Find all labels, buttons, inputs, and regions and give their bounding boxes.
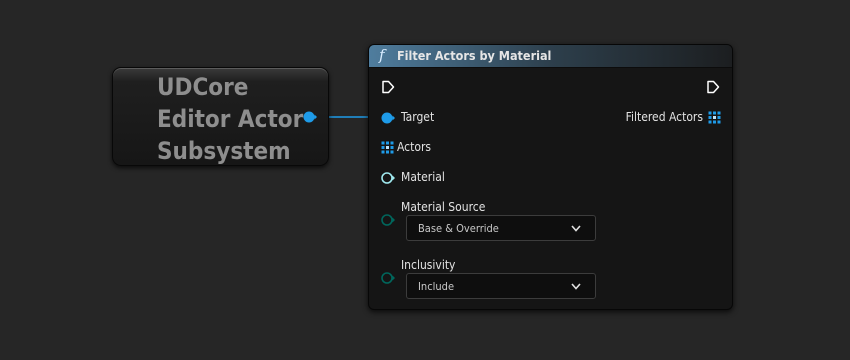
soft-object-pin-icon[interactable] bbox=[380, 171, 396, 185]
exec-in-pin-icon[interactable] bbox=[381, 80, 395, 94]
variable-title-line-2: Editor Actor bbox=[157, 105, 304, 133]
exec-out-pin-icon[interactable] bbox=[706, 80, 720, 94]
function-node-title: Filter Actors by Material bbox=[397, 48, 552, 63]
variable-title-line-1: UDCore bbox=[157, 73, 249, 101]
material-pin-label: Material bbox=[401, 170, 445, 184]
object-reference-pin-icon[interactable] bbox=[380, 111, 396, 125]
chevron-down-icon bbox=[571, 225, 581, 232]
inclusivity-dropdown[interactable]: Include bbox=[406, 273, 596, 299]
variable-node-title: UDCore Editor Actor Subsystem bbox=[157, 71, 317, 167]
filtered-actors-pin-label: Filtered Actors bbox=[625, 110, 703, 124]
inclusivity-pin-label: Inclusivity bbox=[401, 258, 456, 272]
inclusivity-value: Include bbox=[418, 280, 455, 293]
enum-pin-icon[interactable] bbox=[380, 213, 396, 227]
subsystem-variable-node[interactable]: UDCore Editor Actor Subsystem bbox=[112, 67, 329, 166]
function-node-header[interactable]: f Filter Actors by Material bbox=[369, 45, 732, 68]
array-pin-icon[interactable] bbox=[381, 141, 394, 154]
variable-title-line-3: Subsystem bbox=[157, 137, 291, 165]
actors-pin-label: Actors bbox=[397, 140, 432, 154]
array-pin-icon[interactable] bbox=[708, 111, 721, 124]
target-pin-label: Target bbox=[401, 110, 435, 124]
material-source-pin-label: Material Source bbox=[401, 200, 486, 214]
chevron-down-icon bbox=[571, 283, 581, 290]
filter-actors-function-node[interactable]: f Filter Actors by Material Target Filte… bbox=[368, 44, 733, 310]
material-source-dropdown[interactable]: Base & Override bbox=[406, 215, 596, 241]
function-icon: f bbox=[379, 46, 385, 64]
object-reference-pin-icon[interactable] bbox=[303, 110, 317, 124]
material-source-value: Base & Override bbox=[418, 222, 499, 235]
enum-pin-icon[interactable] bbox=[380, 271, 396, 285]
